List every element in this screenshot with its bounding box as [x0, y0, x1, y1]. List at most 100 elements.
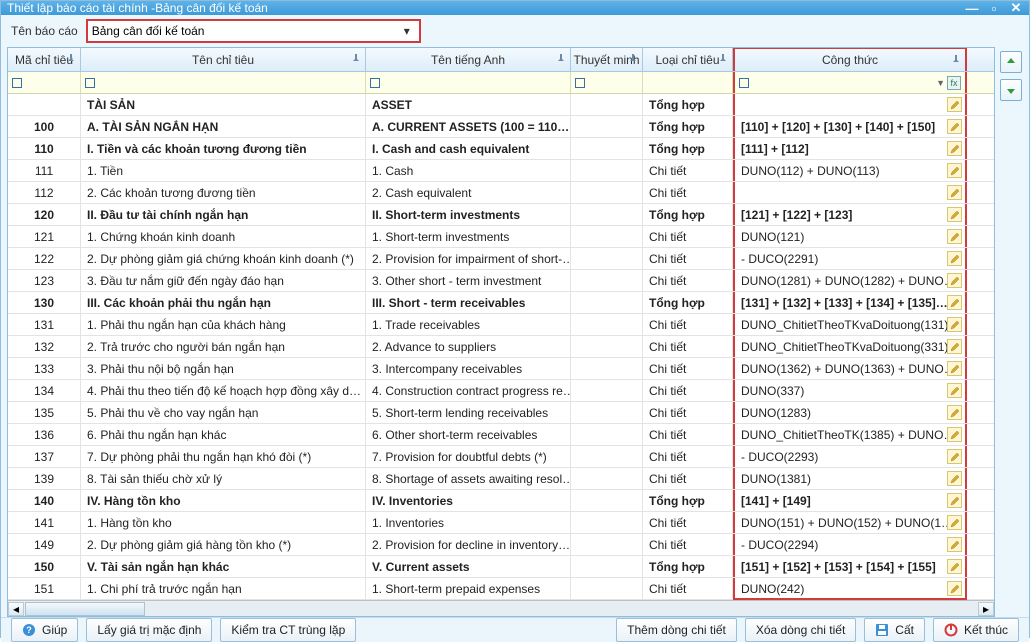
cell-tm[interactable] — [571, 248, 643, 269]
pin-icon[interactable] — [556, 53, 566, 67]
restore-icon[interactable]: ▫ — [987, 1, 1001, 15]
delete-row-button[interactable]: Xóa dòng chi tiết — [745, 618, 856, 642]
default-values-button[interactable]: Lấy giá trị mặc định — [86, 618, 212, 642]
cell-en[interactable]: 2. Cash equivalent — [366, 182, 571, 203]
cell-ma[interactable]: 134 — [8, 380, 81, 401]
cell-tm[interactable] — [571, 292, 643, 313]
cell-loai[interactable]: Chi tiết — [643, 160, 733, 181]
cell-en[interactable]: II. Short-term investments — [366, 204, 571, 225]
col-tm[interactable]: Thuyết minh — [571, 48, 643, 71]
filter-box-icon[interactable] — [12, 78, 22, 88]
chevron-down-icon[interactable]: ▼ — [936, 78, 945, 88]
cell-loai[interactable]: Chi tiết — [643, 358, 733, 379]
cell-en[interactable]: ASSET — [366, 94, 571, 115]
cell-loai[interactable]: Chi tiết — [643, 468, 733, 489]
table-row[interactable]: 140IV. Hàng tồn khoIV. InventoriesTổng h… — [8, 490, 994, 512]
check-duplicate-button[interactable]: Kiểm tra CT trùng lặp — [220, 618, 356, 642]
table-row[interactable]: 1377. Dự phòng phải thu ngắn hạn khó đòi… — [8, 446, 994, 468]
cell-tm[interactable] — [571, 490, 643, 511]
cell-ct[interactable]: DUNO(121) — [733, 226, 967, 247]
report-name-combo[interactable]: Bảng cân đối kế toán ▾ — [86, 19, 421, 43]
cell-tm[interactable] — [571, 336, 643, 357]
cell-ten[interactable]: TÀI SẢN — [81, 94, 366, 115]
cell-ct[interactable]: [131] + [132] + [133] + [134] + [135]… — [733, 292, 967, 313]
edit-formula-icon[interactable] — [947, 295, 962, 310]
cell-en[interactable]: 1. Short-term prepaid expenses — [366, 578, 571, 599]
cell-ten[interactable]: 2. Các khoản tương đương tiền — [81, 182, 366, 203]
close-icon[interactable]: ✕ — [1009, 1, 1023, 15]
table-row[interactable]: 1411. Hàng tồn kho1. InventoriesChi tiết… — [8, 512, 994, 534]
cell-ct[interactable]: - DUCO(2293) — [733, 446, 967, 467]
cell-tm[interactable] — [571, 534, 643, 555]
filter-box-icon[interactable] — [739, 78, 749, 88]
cell-ten[interactable]: V. Tài sản ngắn hạn khác — [81, 556, 366, 577]
cell-ma[interactable]: 131 — [8, 314, 81, 335]
edit-formula-icon[interactable] — [947, 449, 962, 464]
cell-en[interactable]: III. Short - term receivables — [366, 292, 571, 313]
cell-loai[interactable]: Tổng hợp — [643, 204, 733, 225]
edit-formula-icon[interactable] — [947, 581, 962, 596]
pin-icon[interactable] — [351, 53, 361, 67]
cell-ma[interactable]: 136 — [8, 424, 81, 445]
cell-ten[interactable]: A. TÀI SẢN NGẮN HẠN — [81, 116, 366, 137]
cell-loai[interactable]: Tổng hợp — [643, 556, 733, 577]
filter-box-icon[interactable] — [370, 78, 380, 88]
table-row[interactable]: 1111. Tiền1. CashChi tiếtDUNO(112) + DUN… — [8, 160, 994, 182]
filter-ten[interactable] — [81, 72, 366, 93]
filter-ma[interactable] — [8, 72, 81, 93]
cell-tm[interactable] — [571, 468, 643, 489]
cell-loai[interactable]: Tổng hợp — [643, 490, 733, 511]
cell-ct[interactable] — [733, 182, 967, 203]
edit-formula-icon[interactable] — [947, 471, 962, 486]
cell-tm[interactable] — [571, 160, 643, 181]
table-row[interactable]: 1322. Trả trước cho người bán ngắn hạn2.… — [8, 336, 994, 358]
cell-ten[interactable]: 1. Hàng tồn kho — [81, 512, 366, 533]
cell-ten[interactable]: 8. Tài sản thiếu chờ xử lý — [81, 468, 366, 489]
cell-ma[interactable]: 137 — [8, 446, 81, 467]
help-button[interactable]: ? Giúp — [11, 618, 78, 642]
move-down-button[interactable] — [1000, 79, 1022, 101]
save-button[interactable]: Cất — [864, 618, 925, 642]
edit-formula-icon[interactable] — [947, 383, 962, 398]
scroll-track[interactable] — [25, 602, 977, 616]
cell-ten[interactable]: 5. Phải thu về cho vay ngắn hạn — [81, 402, 366, 423]
cell-tm[interactable] — [571, 402, 643, 423]
cell-ma[interactable]: 132 — [8, 336, 81, 357]
cell-tm[interactable] — [571, 204, 643, 225]
cell-ct[interactable]: DUNO_ChitietTheoTKvaDoituong(131) — [733, 314, 967, 335]
cell-tm[interactable] — [571, 138, 643, 159]
scroll-left-icon[interactable]: ◂ — [8, 602, 24, 616]
edit-formula-icon[interactable] — [947, 339, 962, 354]
cell-ma[interactable]: 141 — [8, 512, 81, 533]
cell-en[interactable]: V. Current assets — [366, 556, 571, 577]
cell-tm[interactable] — [571, 270, 643, 291]
col-ct[interactable]: Công thức — [733, 47, 967, 71]
pin-icon[interactable] — [951, 54, 961, 68]
cell-ten[interactable]: 2. Trả trước cho người bán ngắn hạn — [81, 336, 366, 357]
cell-en[interactable]: 4. Construction contract progress re… — [366, 380, 571, 401]
cell-loai[interactable]: Chi tiết — [643, 226, 733, 247]
cell-ct[interactable]: DUNO_ChitietTheoTK(1385) + DUNO… — [733, 424, 967, 445]
edit-formula-icon[interactable] — [947, 559, 962, 574]
cell-ten[interactable]: IV. Hàng tồn kho — [81, 490, 366, 511]
edit-formula-icon[interactable] — [947, 141, 962, 156]
move-up-button[interactable] — [1000, 51, 1022, 73]
cell-tm[interactable] — [571, 512, 643, 533]
edit-formula-icon[interactable] — [947, 361, 962, 376]
col-ma[interactable]: Mã chỉ tiêu — [8, 48, 81, 71]
cell-ma[interactable]: 139 — [8, 468, 81, 489]
cell-ten[interactable]: 1. Phải thu ngắn hạn của khách hàng — [81, 314, 366, 335]
cell-en[interactable]: 3. Other short - term investment — [366, 270, 571, 291]
edit-formula-icon[interactable] — [947, 317, 962, 332]
cell-ma[interactable]: 110 — [8, 138, 81, 159]
cell-ma[interactable]: 100 — [8, 116, 81, 137]
cell-tm[interactable] — [571, 94, 643, 115]
edit-formula-icon[interactable] — [947, 405, 962, 420]
table-row[interactable]: 120II. Đầu tư tài chính ngắn hạnII. Shor… — [8, 204, 994, 226]
cell-ct[interactable]: DUNO(112) + DUNO(113) — [733, 160, 967, 181]
scroll-thumb[interactable] — [25, 602, 145, 616]
cell-ma[interactable]: 120 — [8, 204, 81, 225]
chevron-down-icon[interactable]: ▾ — [399, 24, 415, 38]
cell-en[interactable]: 6. Other short-term receivables — [366, 424, 571, 445]
cell-loai[interactable]: Chi tiết — [643, 402, 733, 423]
